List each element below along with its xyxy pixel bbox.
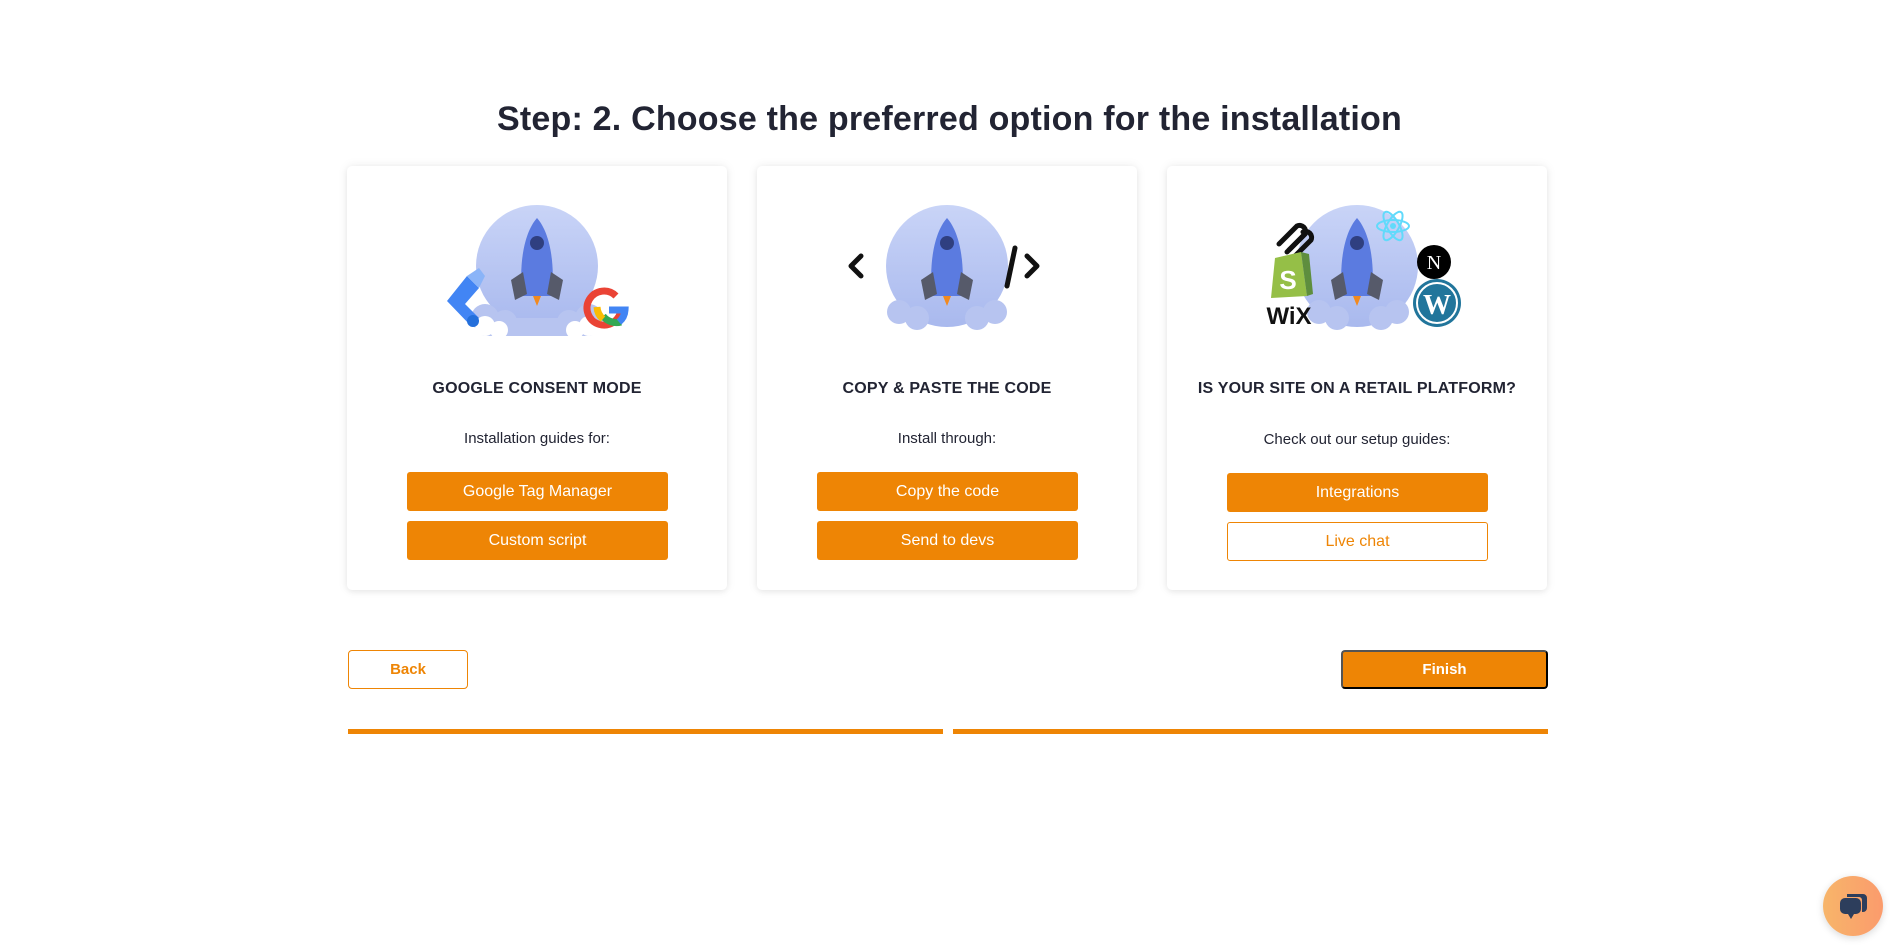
illustration-code	[757, 205, 1137, 346]
card-title: IS YOUR SITE ON A RETAIL PLATFORM?	[1197, 380, 1517, 397]
wix-logo: WiX	[1266, 303, 1311, 330]
integrations-button[interactable]: Integrations	[1227, 473, 1488, 512]
code-open-bracket-icon	[848, 253, 864, 279]
wordpress-logo: W	[1413, 279, 1461, 327]
svg-text:N: N	[1427, 252, 1441, 274]
card-subtitle: Check out our setup guides:	[1263, 431, 1451, 448]
custom-script-button[interactable]: Custom script	[407, 521, 668, 560]
card-subtitle: Install through:	[897, 430, 997, 447]
step-progress	[348, 729, 1548, 734]
copy-the-code-button[interactable]: Copy the code	[817, 472, 1078, 511]
progress-segment-1	[348, 729, 943, 734]
card-title: COPY & PASTE THE CODE	[842, 380, 1052, 397]
live-chat-button[interactable]: Live chat	[1227, 522, 1488, 561]
chat-widget-button[interactable]	[1823, 876, 1883, 936]
rocket-illustration: S N WiX W	[1266, 205, 1461, 330]
option-card-retail-platform: S N WiX W IS YOUR SITE ON A RETAIL PLATF…	[1167, 166, 1547, 590]
code-close-bracket-icon	[1024, 253, 1040, 279]
card-title: GOOGLE CONSENT MODE	[432, 380, 642, 397]
illustration-gcm	[347, 205, 727, 346]
code-slash-icon	[1004, 245, 1018, 289]
chat-bubbles-icon	[1840, 894, 1867, 919]
send-to-devs-button[interactable]: Send to devs	[817, 521, 1078, 560]
finish-button[interactable]: Finish	[1341, 650, 1548, 689]
rocket-illustration	[447, 205, 629, 339]
rocket-illustration	[848, 205, 1040, 330]
illustration-platforms: S N WiX W	[1167, 205, 1547, 346]
nextjs-logo: N	[1417, 245, 1451, 279]
progress-fill-1	[348, 729, 943, 734]
google-tag-manager-button[interactable]: Google Tag Manager	[407, 472, 668, 511]
page-title: Step: 2. Choose the preferred option for…	[497, 100, 1402, 138]
option-card-google-consent-mode: GOOGLE CONSENT MODE Installation guides …	[347, 166, 727, 590]
option-card-copy-paste-code: COPY & PASTE THE CODE Install through: C…	[757, 166, 1137, 590]
shopify-logo: S	[1271, 252, 1313, 298]
svg-text:S: S	[1279, 265, 1296, 295]
svg-text:W: W	[1423, 290, 1451, 321]
back-button[interactable]: Back	[348, 650, 468, 689]
card-subtitle: Installation guides for:	[464, 430, 610, 447]
installation-options: GOOGLE CONSENT MODE Installation guides …	[347, 166, 1548, 590]
progress-fill-2	[953, 729, 1548, 734]
progress-segment-2	[953, 729, 1548, 734]
